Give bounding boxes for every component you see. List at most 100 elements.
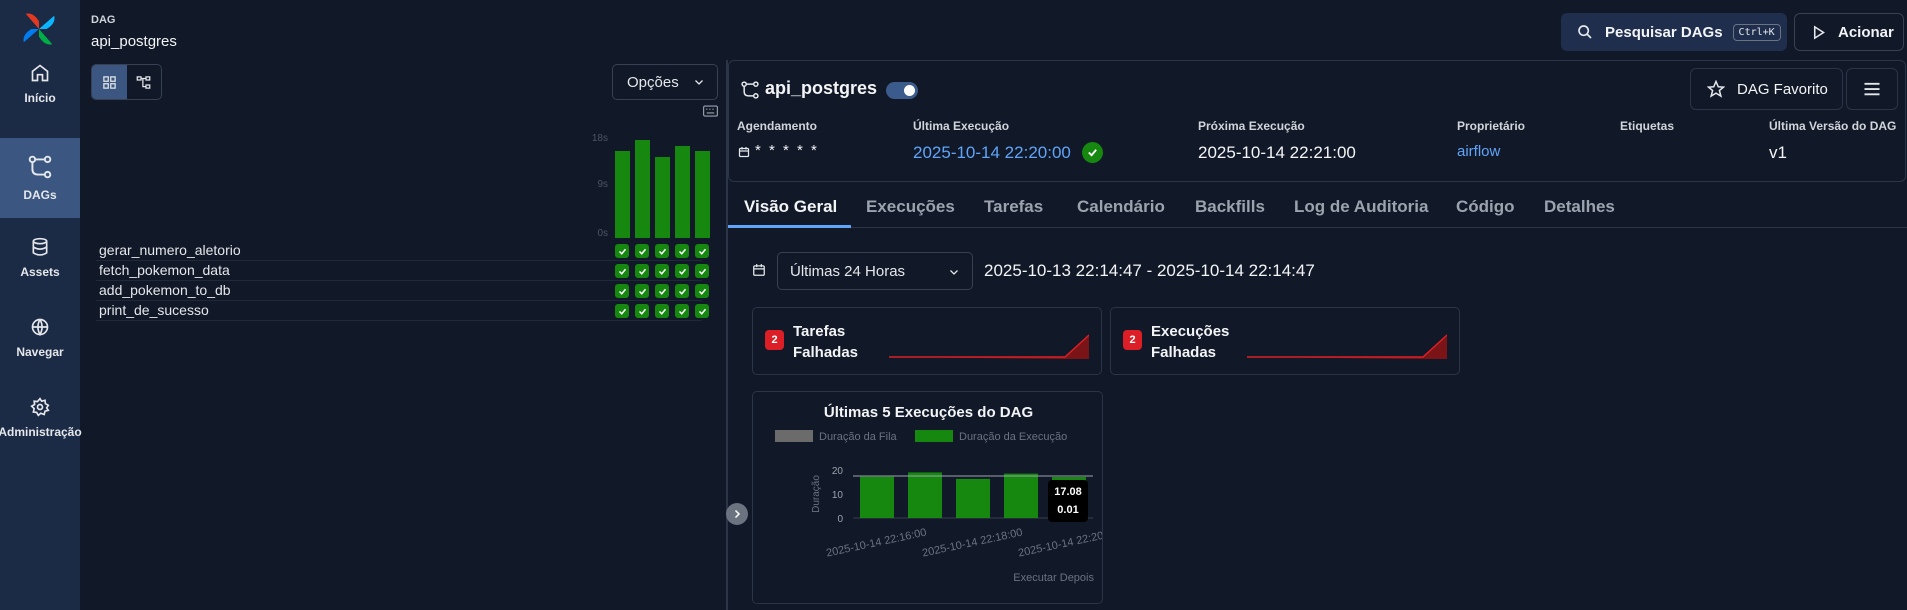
task-name: print_de_sucesso [99,302,209,318]
task-instance-cell[interactable] [695,284,709,298]
task-instance-cell[interactable] [655,304,669,318]
run-duration-bar[interactable] [908,472,942,518]
grid-view-button[interactable] [92,65,127,99]
tab-tarefas[interactable]: Tarefas [984,197,1043,217]
run-duration-bar[interactable] [615,151,630,238]
task-instance-cell[interactable] [675,284,689,298]
search-dags-label: Pesquisar DAGs [1605,23,1723,41]
keyboard-icon[interactable] [703,105,718,117]
task-instance-cell[interactable] [695,244,709,258]
task-row[interactable]: add_pokemon_to_db [96,281,702,301]
check-icon [678,288,686,295]
task-instance-cell[interactable] [675,264,689,278]
failed-tasks-card[interactable]: 2 Tarefas Falhadas [752,307,1102,375]
check-icon [698,288,706,295]
task-instance-cell[interactable] [655,284,669,298]
check-icon [638,308,646,315]
check-icon [658,248,666,255]
success-badge [1082,142,1103,163]
task-instance-cell[interactable] [635,304,649,318]
task-row[interactable]: fetch_pokemon_data [96,261,702,281]
task-instance-cell[interactable] [615,284,629,298]
graph-view-button[interactable] [127,65,162,99]
y-tick-label: 10 [832,490,844,501]
run-duration-bar[interactable] [695,151,710,238]
graph-icon [136,75,151,89]
tab-backfills[interactable]: Backfills [1195,197,1265,217]
run-duration-bar[interactable] [635,140,650,238]
task-instance-cell[interactable] [655,244,669,258]
tab-detalhes[interactable]: Detalhes [1544,197,1615,217]
task-instance-cell[interactable] [615,264,629,278]
x-tick-label: 2025-10-14 22:20:00 [1017,527,1102,560]
task-name: gerar_numero_aletorio [99,242,241,258]
sidebar-item-inicio[interactable]: Início [0,44,80,124]
breadcrumb[interactable]: api_postgres [91,33,177,50]
failed-label-line: Falhadas [793,344,859,361]
favorite-label: DAG Favorito [1737,80,1828,98]
options-button[interactable]: Opções [612,64,718,100]
task-row[interactable]: gerar_numero_aletorio [96,241,702,261]
task-instance-cell[interactable] [615,244,629,258]
task-instance-cell[interactable] [695,264,709,278]
x-tick-label: 2025-10-14 22:16:00 [825,527,927,560]
meta-label-last-run: Última Execução [913,119,1010,133]
section-label: DAG [91,14,116,26]
calendar-icon [738,147,750,158]
calendar-icon [753,264,765,276]
airflow-logo[interactable] [20,9,58,49]
run-duration-bar[interactable] [655,157,670,238]
legend-swatch[interactable] [775,430,813,442]
task-instance-cell[interactable] [675,244,689,258]
legend-label[interactable]: Duração da Execução [959,431,1067,443]
run-duration-bar[interactable] [1004,473,1038,518]
sidebar-item-label: Assets [20,265,60,279]
menu-button[interactable] [1846,68,1898,110]
task-instance-cell[interactable] [675,304,689,318]
legend-label[interactable]: Duração da Fila [819,431,898,443]
sidebar-item-assets[interactable]: Assets [0,218,80,298]
check-icon [678,268,686,275]
tab-bar: Visão Geral Execuções Tarefas Calendário… [728,190,1907,228]
check-icon [618,268,626,275]
tab-log-auditoria[interactable]: Log de Auditoria [1294,197,1428,217]
search-dags-button[interactable]: Pesquisar DAGs Ctrl+K [1561,13,1787,51]
task-instance-cell[interactable] [615,304,629,318]
owner-link[interactable]: airflow [1457,143,1500,160]
task-instance-cell[interactable] [695,304,709,318]
check-icon [698,248,706,255]
check-icon [618,308,626,315]
task-instance-cell[interactable] [655,264,669,278]
sidebar-item-navegar[interactable]: Navegar [0,298,80,378]
trigger-button[interactable]: Acionar [1794,13,1904,51]
run-duration-bar[interactable] [675,146,690,238]
task-instance-cell[interactable] [635,244,649,258]
task-instance-cell[interactable] [635,264,649,278]
check-icon [618,288,626,295]
last-run-link[interactable]: 2025-10-14 22:20:00 [913,143,1071,163]
legend-swatch[interactable] [915,430,953,442]
sidebar-item-administracao[interactable]: Administração [0,378,82,458]
tab-codigo[interactable]: Código [1456,197,1515,217]
x-axis-label: Executar Depois [1013,572,1094,584]
recent-runs-chart: Duração da Fila Duração da Execução 20 10 0 D… [775,430,1102,584]
run-duration-bar[interactable] [860,476,894,518]
task-instance-cell[interactable] [635,284,649,298]
tab-calendario[interactable]: Calendário [1077,197,1165,217]
y-tick-label: 20 [832,466,844,477]
run-duration-bar[interactable] [956,478,990,518]
grid-axis-mid: 9s [597,179,608,190]
pause-toggle[interactable] [886,82,918,99]
failed-runs-card[interactable]: 2 Execuções Falhadas [1110,307,1460,375]
tab-execucoes[interactable]: Execuções [866,197,955,217]
task-row[interactable]: print_de_sucesso [96,301,702,321]
favorite-button[interactable]: DAG Favorito [1690,68,1843,110]
database-icon [32,237,48,256]
check-icon [678,248,686,255]
time-range-select[interactable]: Últimas 24 Horas [777,252,973,290]
tab-visao-geral[interactable]: Visão Geral [744,197,837,217]
collapse-panel-button[interactable] [726,503,748,525]
sidebar-item-label: Navegar [16,345,64,359]
time-range-value: Últimas 24 Horas [790,262,906,280]
sidebar-item-dags[interactable]: DAGs [0,138,80,218]
